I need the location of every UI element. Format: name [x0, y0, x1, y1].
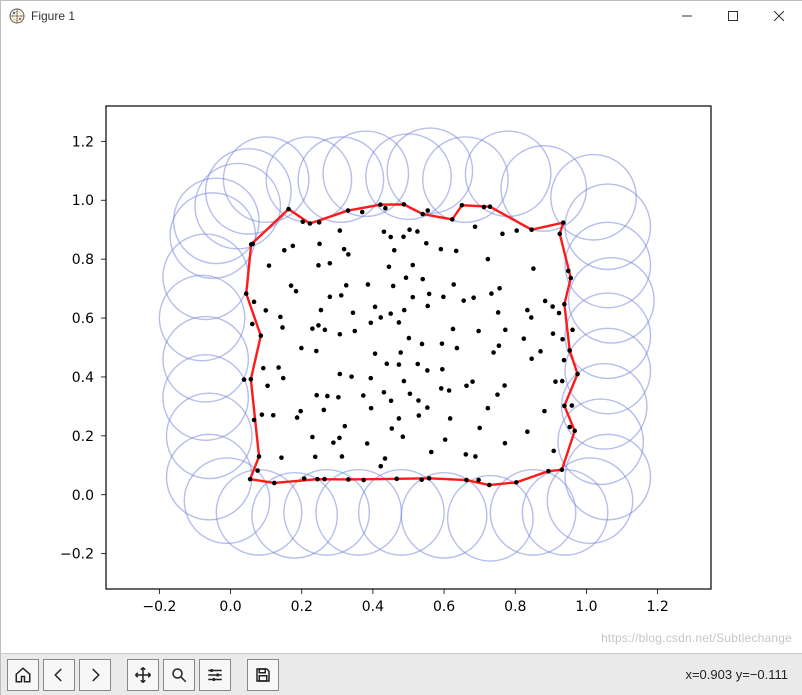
svg-text:0.0: 0.0 — [72, 488, 94, 504]
zoom-icon — [170, 666, 188, 684]
cursor-readout: x=0.903 y=−0.111 — [685, 667, 796, 682]
save-button[interactable] — [247, 659, 279, 691]
pan-button[interactable] — [127, 659, 159, 691]
svg-text:0.6: 0.6 — [433, 599, 455, 615]
svg-text:0.2: 0.2 — [72, 429, 94, 445]
save-icon — [254, 666, 272, 684]
svg-text:0.8: 0.8 — [504, 599, 526, 615]
close-button[interactable] — [756, 1, 802, 31]
window-controls — [664, 1, 802, 31]
svg-text:1.2: 1.2 — [646, 599, 668, 615]
window-title: Figure 1 — [31, 9, 75, 23]
svg-text:0.2: 0.2 — [291, 599, 313, 615]
svg-text:0.4: 0.4 — [72, 370, 94, 386]
titlebar-left: Figure 1 — [9, 8, 75, 24]
sliders-icon — [206, 666, 224, 684]
chart-svg: −0.2 0.0 0.2 0.4 0.6 0.8 1.0 1.2 −0.2 0.0 0.2 0.4 0.… — [1, 31, 801, 649]
svg-text:1.0: 1.0 — [72, 193, 94, 209]
mpl-app-icon — [9, 8, 25, 24]
svg-text:0.0: 0.0 — [219, 599, 241, 615]
home-icon — [14, 666, 32, 684]
zoom-button[interactable] — [163, 659, 195, 691]
svg-text:0.4: 0.4 — [362, 599, 384, 615]
svg-text:0.6: 0.6 — [72, 311, 94, 327]
move-icon — [134, 666, 152, 684]
home-button[interactable] — [7, 659, 39, 691]
minimize-button[interactable] — [664, 1, 710, 31]
titlebar: Figure 1 — [1, 1, 802, 31]
maximize-button[interactable] — [710, 1, 756, 31]
svg-text:−0.2: −0.2 — [60, 547, 94, 563]
back-button[interactable] — [43, 659, 75, 691]
forward-button[interactable] — [79, 659, 111, 691]
svg-text:1.0: 1.0 — [575, 599, 597, 615]
arrow-right-icon — [86, 666, 104, 684]
mpl-toolbar: x=0.903 y=−0.111 — [1, 653, 802, 695]
arrow-left-icon — [50, 666, 68, 684]
svg-text:−0.2: −0.2 — [142, 599, 176, 615]
svg-text:0.8: 0.8 — [72, 252, 94, 268]
svg-text:1.2: 1.2 — [72, 134, 94, 150]
figure-canvas[interactable]: −0.2 0.0 0.2 0.4 0.6 0.8 1.0 1.2 −0.2 0.0 0.2 0.4 0.… — [1, 31, 802, 653]
subplots-button[interactable] — [199, 659, 231, 691]
figure-window: Figure 1 −0.2 0.0 0.2 0.4 0.6 0.8 1.0 1.2 −0.2 0.… — [0, 0, 802, 695]
